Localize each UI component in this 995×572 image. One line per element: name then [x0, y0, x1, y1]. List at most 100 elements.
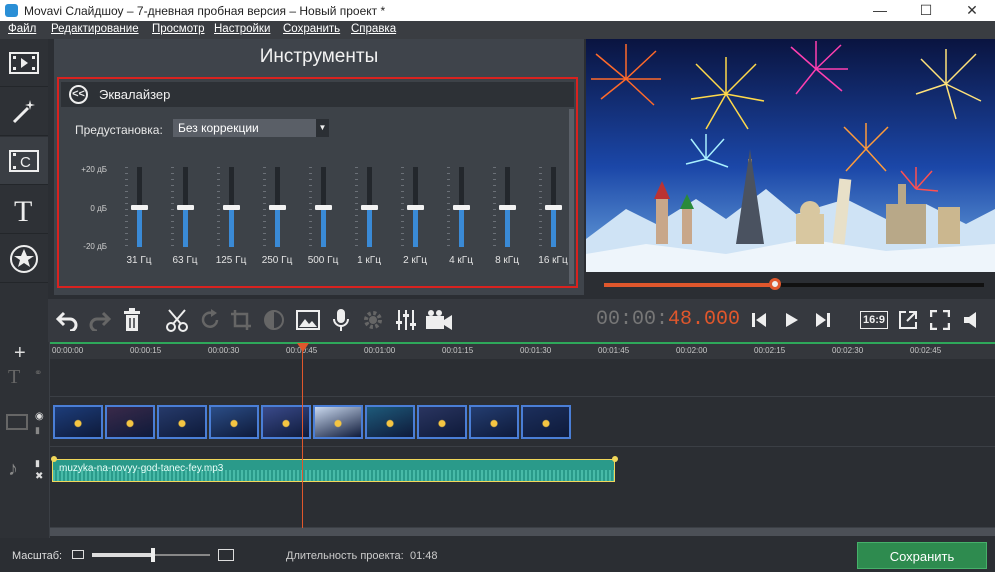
eq-band-label: 2 кГц [403, 255, 427, 266]
undo-button[interactable] [53, 306, 81, 334]
titles-button[interactable]: T [0, 186, 48, 234]
audio-fade-in-handle[interactable] [51, 456, 57, 462]
previous-button[interactable] [745, 306, 773, 334]
image-button[interactable] [294, 306, 322, 334]
video-capture-button[interactable] [425, 306, 453, 334]
video-clip[interactable] [105, 405, 155, 439]
color-adjust-button[interactable] [260, 306, 288, 334]
settings-button[interactable] [359, 306, 387, 334]
maximize-button[interactable]: ☐ [903, 0, 949, 21]
tool-sidebar: C T [0, 39, 48, 334]
ruler-tick: 00:00:00 [52, 346, 84, 355]
menu-save[interactable]: Сохранить [283, 23, 340, 35]
popout-button[interactable] [894, 306, 922, 334]
seek-progress [604, 283, 775, 287]
eq-band-2[interactable]: 125 Гц [211, 167, 251, 267]
menu-settings[interactable]: Настройки [214, 23, 270, 35]
play-button[interactable] [777, 306, 805, 334]
eq-slider-handle[interactable] [223, 205, 240, 210]
audio-volume-icon[interactable]: ▮ [35, 458, 40, 469]
eq-slider-handle[interactable] [361, 205, 378, 210]
magic-wand-icon [12, 99, 35, 123]
add-track-icon[interactable]: + [14, 342, 26, 365]
eq-slider-handle[interactable] [545, 205, 562, 210]
menu-view[interactable]: Просмотр [152, 23, 205, 35]
video-clip[interactable] [209, 405, 259, 439]
playhead-marker[interactable] [297, 343, 309, 352]
zoom-out-icon[interactable] [72, 550, 84, 559]
transitions-icon: C [9, 149, 39, 172]
rotate-button[interactable] [196, 306, 224, 334]
preview-image [586, 39, 995, 272]
timeline-scrollbar[interactable] [50, 528, 995, 536]
ruler-tick: 00:01:45 [598, 346, 630, 355]
eq-slider-handle[interactable] [131, 205, 148, 210]
equalizer-button[interactable] [392, 306, 420, 334]
back-icon[interactable]: << [69, 85, 88, 104]
eq-slider-handle[interactable] [315, 205, 332, 210]
video-clip[interactable] [261, 405, 311, 439]
close-button[interactable]: ✕ [949, 0, 995, 21]
link-icon[interactable]: ⚭ [34, 368, 42, 379]
eq-band-9[interactable]: 16 кГц [533, 167, 573, 267]
video-clip[interactable] [53, 405, 103, 439]
save-button[interactable]: Сохранить [857, 542, 987, 569]
eq-slider-handle[interactable] [453, 205, 470, 210]
crop-button[interactable] [227, 306, 255, 334]
skip-back-icon [752, 313, 766, 327]
seek-handle[interactable] [769, 278, 781, 290]
eq-ticks [263, 167, 266, 247]
eye-icon[interactable]: ◉ [35, 411, 44, 422]
cut-button[interactable] [163, 306, 191, 334]
eq-slider-handle[interactable] [499, 205, 516, 210]
audio-clip[interactable]: muzyka-na-novyy-god-tanec-fey.mp3 [52, 459, 615, 482]
eq-band-0[interactable]: 31 Гц [119, 167, 159, 267]
title-track[interactable] [50, 359, 995, 397]
redo-button[interactable] [86, 306, 114, 334]
eq-band-8[interactable]: 8 кГц [487, 167, 527, 267]
eq-band-7[interactable]: 4 кГц [441, 167, 481, 267]
equalizer-scrollbar[interactable] [569, 109, 574, 284]
video-clip[interactable] [313, 405, 363, 439]
transitions-button[interactable]: C [0, 137, 48, 185]
eq-band-label: 250 Гц [261, 255, 293, 266]
delete-button[interactable] [118, 306, 146, 334]
mute-icon[interactable]: ▮ [35, 425, 40, 436]
eq-band-4[interactable]: 500 Гц [303, 167, 343, 267]
eq-band-3[interactable]: 250 Гц [257, 167, 297, 267]
media-button[interactable] [0, 39, 48, 87]
video-clip[interactable] [521, 405, 571, 439]
minimize-button[interactable]: — [857, 0, 903, 21]
preview-player[interactable] [586, 39, 995, 272]
menu-edit[interactable]: Редактирование [51, 23, 139, 35]
aspect-ratio-button[interactable]: 16:9 [858, 306, 890, 334]
audio-fade-out-handle[interactable] [612, 456, 618, 462]
eq-slider-handle[interactable] [177, 205, 194, 210]
audio-unlink-icon[interactable]: ✖ [35, 471, 43, 482]
preset-select[interactable]: Без коррекции ▼ [173, 119, 329, 137]
zoom-in-icon[interactable] [218, 549, 234, 561]
effects-button[interactable] [0, 88, 48, 136]
seek-bar[interactable] [586, 272, 995, 299]
time-ruler[interactable]: 00:00:0000:00:1500:00:3000:00:4500:01:00… [50, 342, 995, 359]
eq-band-1[interactable]: 63 Гц [165, 167, 205, 267]
record-audio-button[interactable] [327, 306, 355, 334]
zoom-slider-handle[interactable] [151, 548, 155, 562]
fullscreen-button[interactable] [926, 306, 954, 334]
video-clip[interactable] [157, 405, 207, 439]
playhead[interactable] [302, 344, 303, 530]
eq-band-label: 31 Гц [126, 255, 152, 266]
menu-help[interactable]: Справка [351, 23, 396, 35]
ruler-tick: 00:02:15 [754, 346, 786, 355]
volume-button[interactable] [957, 306, 985, 334]
eq-band-6[interactable]: 2 кГц [395, 167, 435, 267]
stickers-button[interactable] [0, 235, 48, 283]
next-button[interactable] [809, 306, 837, 334]
menu-file[interactable]: Файл [8, 23, 36, 35]
video-clip[interactable] [417, 405, 467, 439]
video-clip[interactable] [469, 405, 519, 439]
video-clip[interactable] [365, 405, 415, 439]
eq-slider-handle[interactable] [269, 205, 286, 210]
eq-slider-handle[interactable] [407, 205, 424, 210]
eq-band-5[interactable]: 1 кГц [349, 167, 389, 267]
